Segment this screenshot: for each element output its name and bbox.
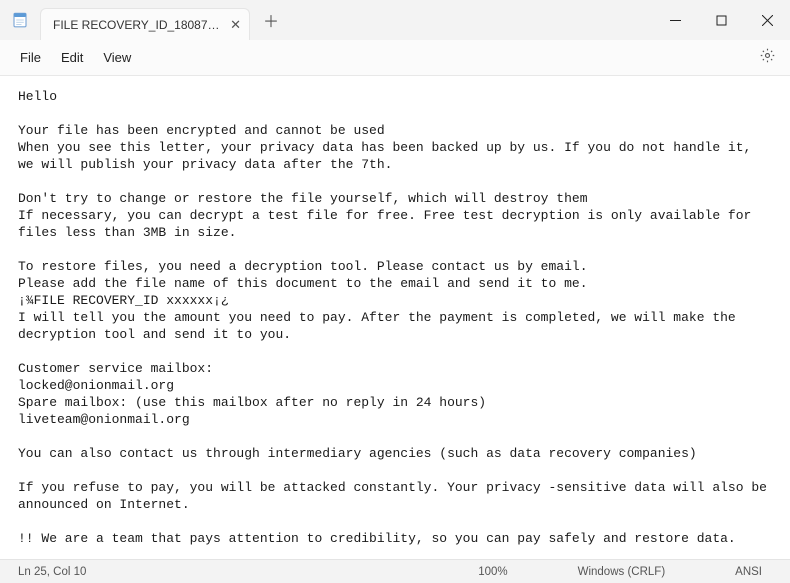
line-ending[interactable]: Windows (CRLF) xyxy=(578,566,666,578)
notepad-icon xyxy=(0,11,40,29)
maximize-button[interactable] xyxy=(698,0,744,40)
encoding[interactable]: ANSI xyxy=(735,566,762,578)
settings-button[interactable] xyxy=(755,43,780,73)
cursor-position: Ln 25, Col 10 xyxy=(18,566,86,578)
menu-view[interactable]: View xyxy=(93,46,141,69)
menu-file[interactable]: File xyxy=(10,46,51,69)
document-tab[interactable]: FILE RECOVERY_ID_180870197840.t ✕ xyxy=(40,8,250,40)
close-button[interactable] xyxy=(744,0,790,40)
close-tab-icon[interactable]: ✕ xyxy=(230,17,241,33)
tab-title: FILE RECOVERY_ID_180870197840.t xyxy=(53,18,222,32)
text-editor-area[interactable]: Hello Your file has been encrypted and c… xyxy=(0,76,790,559)
status-bar: Ln 25, Col 10 100% Windows (CRLF) ANSI xyxy=(0,559,790,583)
window-controls xyxy=(652,0,790,40)
new-tab-button[interactable]: ＋ xyxy=(256,5,286,35)
minimize-button[interactable] xyxy=(652,0,698,40)
menu-edit[interactable]: Edit xyxy=(51,46,93,69)
title-bar: FILE RECOVERY_ID_180870197840.t ✕ ＋ xyxy=(0,0,790,40)
document-text: Hello Your file has been encrypted and c… xyxy=(18,89,775,559)
menu-bar: File Edit View xyxy=(0,40,790,76)
zoom-level[interactable]: 100% xyxy=(478,566,507,578)
